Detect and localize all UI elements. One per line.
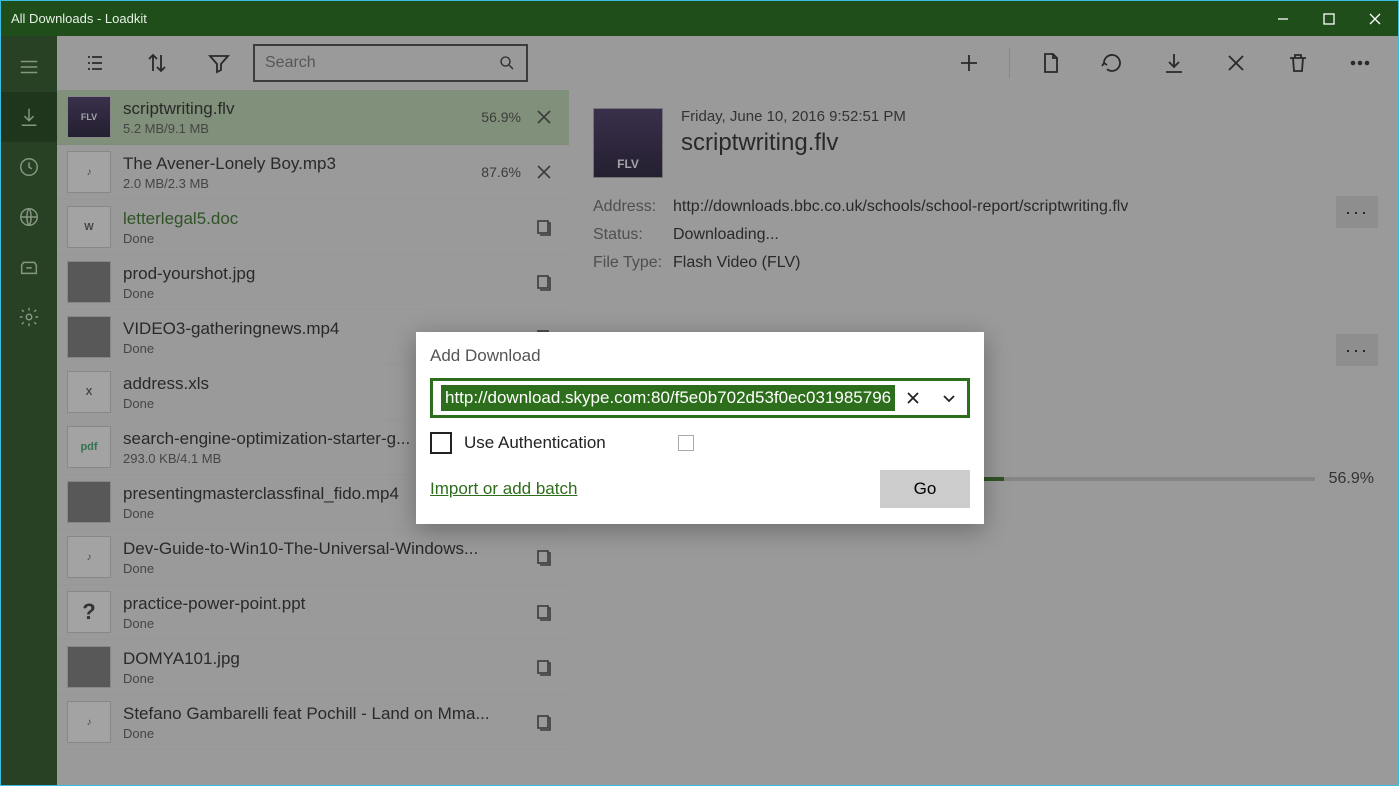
item-thumb [67, 646, 111, 688]
item-thumb: ♪ [67, 536, 111, 578]
toolbar-download-icon[interactable] [1146, 36, 1202, 90]
toolbar-refresh-icon[interactable] [1084, 36, 1140, 90]
window-title: All Downloads - Loadkit [1, 11, 1260, 26]
item-name: scriptwriting.flv [123, 99, 465, 119]
item-thumb [67, 261, 111, 303]
detail-address: http://downloads.bbc.co.uk/schools/schoo… [673, 198, 1374, 216]
list-item[interactable]: ♪ Stefano Gambarelli feat Pochill - Land … [57, 695, 569, 750]
secondary-checkbox[interactable] [678, 435, 694, 451]
import-batch-link[interactable]: Import or add batch [430, 479, 577, 499]
close-button[interactable] [1352, 1, 1398, 37]
toolbar-list-icon[interactable] [67, 36, 123, 90]
detail-thumb: FLV [593, 108, 663, 178]
detail-filetype-label: File Type: [593, 254, 673, 272]
maximize-button[interactable] [1306, 1, 1352, 37]
item-name: Stefano Gambarelli feat Pochill - Land o… [123, 704, 531, 724]
item-pct: 56.9% [475, 109, 521, 125]
item-cancel-icon[interactable] [531, 104, 557, 130]
titlebar: All Downloads - Loadkit [0, 0, 1399, 36]
item-thumb: ? [67, 591, 111, 633]
hamburger-button[interactable] [1, 42, 57, 92]
item-thumb [67, 316, 111, 358]
search-box[interactable] [253, 44, 528, 82]
use-auth-label: Use Authentication [464, 433, 606, 453]
item-open-icon[interactable] [531, 654, 557, 680]
list-item[interactable]: DOMYA101.jpg Done [57, 640, 569, 695]
toolbar-more-icon[interactable] [1332, 36, 1388, 90]
item-name: practice-power-point.ppt [123, 594, 531, 614]
toolbar-filter-icon[interactable] [191, 36, 247, 90]
list-item[interactable]: ♪ Dev-Guide-to-Win10-The-Universal-Window… [57, 530, 569, 585]
toolbar-delete-icon[interactable] [1270, 36, 1326, 90]
item-sub: 2.0 MB/2.3 MB [123, 176, 465, 191]
detail-more-button-2[interactable]: ··· [1336, 334, 1378, 366]
dialog-title: Add Download [430, 346, 970, 366]
item-name: The Avener-Lonely Boy.mp3 [123, 154, 465, 174]
search-icon [498, 54, 516, 72]
progress-pct: 56.9% [1329, 470, 1374, 488]
use-auth-checkbox[interactable] [430, 432, 452, 454]
item-open-icon[interactable] [531, 709, 557, 735]
url-field[interactable] [430, 378, 970, 418]
detail-more-button-1[interactable]: ··· [1336, 196, 1378, 228]
item-thumb: FLV [67, 96, 111, 138]
detail-title: scriptwriting.flv [681, 129, 906, 157]
detail-filetype: Flash Video (FLV) [673, 254, 1374, 272]
sidebar-web[interactable] [1, 192, 57, 242]
sidebar-scheduled[interactable] [1, 142, 57, 192]
list-item[interactable]: Wletterlegal5.doc Done [57, 200, 569, 255]
add-download-dialog: Add Download Use Authentication Import o… [416, 332, 984, 524]
detail-address-label: Address: [593, 198, 673, 216]
item-sub: 5.2 MB/9.1 MB [123, 121, 465, 136]
item-sub: Done [123, 286, 531, 301]
list-item[interactable]: FLV scriptwriting.flv 5.2 MB/9.1 MB 56.9% [57, 90, 569, 145]
item-sub: Done [123, 726, 531, 741]
search-input[interactable] [265, 54, 498, 72]
detail-status: Downloading... [673, 226, 1374, 244]
toolbar-add-icon[interactable] [941, 36, 997, 90]
item-cancel-icon[interactable] [531, 159, 557, 185]
sidebar [1, 36, 57, 785]
toolbar-cancel-icon[interactable] [1208, 36, 1264, 90]
clear-url-icon[interactable] [895, 391, 931, 405]
item-thumb: ♪ [67, 701, 111, 743]
sidebar-settings[interactable] [1, 292, 57, 342]
item-thumb: W [67, 206, 111, 248]
item-name: Dev-Guide-to-Win10-The-Universal-Windows… [123, 539, 531, 559]
item-pct: 87.6% [475, 164, 521, 180]
minimize-button[interactable] [1260, 1, 1306, 37]
item-open-icon[interactable] [531, 214, 557, 240]
item-thumb [67, 481, 111, 523]
item-sub: Done [123, 231, 531, 246]
go-button[interactable]: Go [880, 470, 970, 508]
detail-status-label: Status: [593, 226, 673, 244]
item-name: letterlegal5.doc [123, 209, 531, 229]
toolbar-separator [1009, 48, 1010, 78]
item-thumb: pdf [67, 426, 111, 468]
toolbar-sort-icon[interactable] [129, 36, 185, 90]
list-item[interactable]: ♪ The Avener-Lonely Boy.mp3 2.0 MB/2.3 MB 8… [57, 145, 569, 200]
chevron-down-icon[interactable] [931, 391, 967, 405]
item-open-icon[interactable] [531, 544, 557, 570]
sidebar-archive[interactable] [1, 242, 57, 292]
item-name: prod-yourshot.jpg [123, 264, 531, 284]
toolbar [57, 36, 1398, 90]
item-thumb: X [67, 371, 111, 413]
list-item[interactable]: prod-yourshot.jpg Done [57, 255, 569, 310]
item-name: DOMYA101.jpg [123, 649, 531, 669]
item-open-icon[interactable] [531, 269, 557, 295]
toolbar-file-icon[interactable] [1022, 36, 1078, 90]
item-thumb: ♪ [67, 151, 111, 193]
item-sub: Done [123, 671, 531, 686]
item-sub: Done [123, 616, 531, 631]
url-input[interactable] [441, 385, 895, 411]
sidebar-downloads[interactable] [1, 92, 57, 142]
item-open-icon[interactable] [531, 599, 557, 625]
list-item[interactable]: ? practice-power-point.ppt Done [57, 585, 569, 640]
detail-date: Friday, June 10, 2016 9:52:51 PM [681, 108, 906, 125]
item-sub: Done [123, 561, 531, 576]
